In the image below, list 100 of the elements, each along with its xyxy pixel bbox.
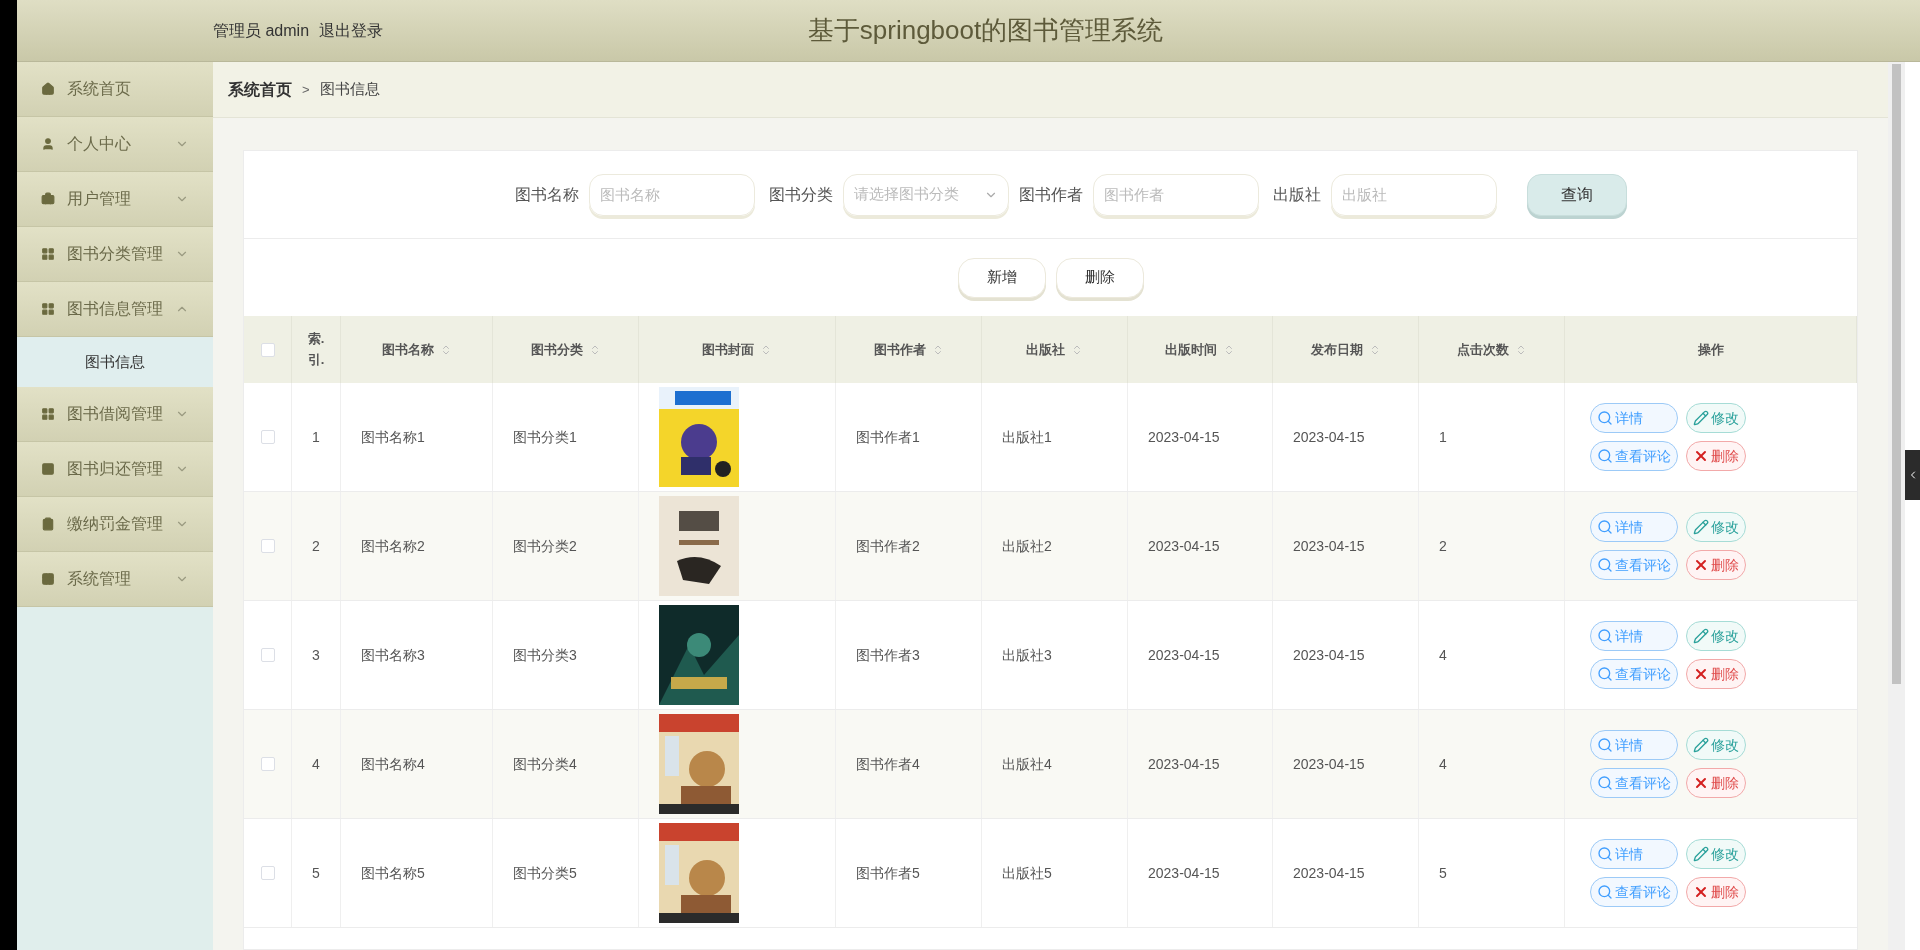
table-cell-text: 2023-04-15 xyxy=(1148,536,1220,556)
table-cell-text: 出版社4 xyxy=(1002,754,1052,774)
close-icon xyxy=(1693,884,1709,900)
table-cell-text: 出版社3 xyxy=(1002,645,1052,665)
table-cell-text: 2023-04-15 xyxy=(1148,645,1220,665)
checkbox[interactable] xyxy=(260,866,275,880)
table-cell-text: 图书作者5 xyxy=(856,863,920,883)
table-cell-text: 图书作者4 xyxy=(856,754,920,774)
checkbox[interactable] xyxy=(260,430,275,444)
field-label: 出版社 xyxy=(1272,184,1321,205)
close-icon xyxy=(1693,557,1709,573)
sidebar-item[interactable]: 图书归还管理 xyxy=(17,442,213,497)
search-icon xyxy=(1597,519,1613,535)
admin-label: 管理员 admin xyxy=(213,20,310,41)
sort-icon xyxy=(1071,343,1083,356)
table-cell-text: 2 xyxy=(312,536,320,556)
search-icon xyxy=(1597,737,1613,753)
table-cell-text: 出版社5 xyxy=(1002,863,1052,883)
user-icon xyxy=(41,137,55,151)
checkbox[interactable] xyxy=(260,342,275,357)
table-cell-text: 2 xyxy=(1439,536,1447,556)
edit-button[interactable]: 修改 xyxy=(1686,403,1746,433)
delete-button[interactable]: 删除 xyxy=(1055,257,1144,298)
delete-button[interactable]: 删除 xyxy=(1686,768,1746,798)
sidebar-item[interactable]: 个人中心 xyxy=(17,117,213,172)
field-label: 图书分类 xyxy=(768,184,833,205)
detail-button[interactable]: 详情 xyxy=(1590,512,1678,542)
edit-button[interactable]: 修改 xyxy=(1686,512,1746,542)
table-cell-text: 图书分类1 xyxy=(513,427,577,447)
search-icon xyxy=(1597,557,1613,573)
checkbox[interactable] xyxy=(260,539,275,553)
pencil-icon xyxy=(1693,519,1709,535)
comments-button[interactable]: 查看评论 xyxy=(1590,877,1678,907)
sidebar-item[interactable]: 系统管理 xyxy=(17,552,213,607)
detail-button[interactable]: 详情 xyxy=(1590,403,1678,433)
sidebar-item[interactable]: 图书分类管理 xyxy=(17,227,213,282)
table-cell-text: 2023-04-15 xyxy=(1148,863,1220,883)
table-cell-text: 1 xyxy=(312,427,320,447)
edit-button[interactable]: 修改 xyxy=(1686,839,1746,869)
table-cell-text: 图书名称5 xyxy=(361,863,425,883)
delete-button[interactable]: 删除 xyxy=(1686,441,1746,471)
table-cell-text: 图书分类5 xyxy=(513,863,577,883)
comments-button[interactable]: 查看评论 xyxy=(1590,768,1678,798)
side-toggle[interactable] xyxy=(1905,450,1920,500)
table-cell-text: 2023-04-15 xyxy=(1293,427,1365,447)
sidebar-item[interactable]: 用户管理 xyxy=(17,172,213,227)
comments-button[interactable]: 查看评论 xyxy=(1590,550,1678,580)
delete-button[interactable]: 删除 xyxy=(1686,877,1746,907)
table-cell-text: 图书作者2 xyxy=(856,536,920,556)
sidebar-item[interactable]: 图书借阅管理 xyxy=(17,387,213,442)
scrollbar[interactable] xyxy=(1888,62,1905,950)
search-icon xyxy=(1597,448,1613,464)
sidebar-item[interactable]: 系统首页 xyxy=(17,62,213,117)
table-cell-text: 2023-04-15 xyxy=(1293,863,1365,883)
search-field[interactable]: 图书作者 xyxy=(1092,173,1259,216)
table-cell-text: 图书名称4 xyxy=(361,754,425,774)
table-cell-text: 4 xyxy=(312,754,320,774)
table-cell-text: 图书分类4 xyxy=(513,754,577,774)
table-cell-text: 5 xyxy=(312,863,320,883)
close-icon xyxy=(1693,448,1709,464)
detail-button[interactable]: 详情 xyxy=(1590,839,1678,869)
edit-button[interactable]: 修改 xyxy=(1686,730,1746,760)
comments-button[interactable]: 查看评论 xyxy=(1590,441,1678,471)
table-cell-text: 4 xyxy=(1439,754,1447,774)
search-icon xyxy=(1597,628,1613,644)
table-cell-text: 图书分类2 xyxy=(513,536,577,556)
checkbox[interactable] xyxy=(260,648,275,662)
logout-link[interactable]: 退出登录 xyxy=(319,18,384,43)
table-cell-text: 图书名称2 xyxy=(361,536,425,556)
breadcrumb-link[interactable]: 系统首页 xyxy=(228,77,292,102)
pencil-icon xyxy=(1693,628,1709,644)
search-icon xyxy=(1597,846,1613,862)
table-cell-text: 图书名称3 xyxy=(361,645,425,665)
table-cell-text: 1 xyxy=(1439,427,1447,447)
add-button[interactable]: 新增 xyxy=(957,257,1046,298)
search-icon xyxy=(1597,410,1613,426)
comments-button[interactable]: 查看评论 xyxy=(1590,659,1678,689)
sidebar-item[interactable]: 图书信息管理 xyxy=(17,282,213,337)
table-cell-text: 图书分类3 xyxy=(513,645,577,665)
table-cell-text: 2023-04-15 xyxy=(1293,536,1365,556)
detail-button[interactable]: 详情 xyxy=(1590,621,1678,651)
search-icon xyxy=(1597,884,1613,900)
breadcrumb-separator: > xyxy=(302,80,310,99)
checkbox[interactable] xyxy=(260,757,275,771)
table-cell-text: 5 xyxy=(1439,863,1447,883)
close-icon xyxy=(1693,666,1709,682)
field-label: 图书名称 xyxy=(514,184,579,205)
query-button[interactable]: 查询 xyxy=(1526,173,1627,216)
delete-button[interactable]: 删除 xyxy=(1686,550,1746,580)
search-icon xyxy=(1597,775,1613,791)
sidebar-item[interactable]: 缴纳罚金管理 xyxy=(17,497,213,552)
edit-button[interactable]: 修改 xyxy=(1686,621,1746,651)
detail-button[interactable]: 详情 xyxy=(1590,730,1678,760)
search-field[interactable]: 图书名称 xyxy=(588,173,755,216)
briefcase-icon xyxy=(41,192,55,206)
search-field[interactable]: 出版社 xyxy=(1330,173,1497,216)
table-cell-text: 图书作者1 xyxy=(856,427,920,447)
breadcrumb-current: 图书信息 xyxy=(319,79,380,100)
delete-button[interactable]: 删除 xyxy=(1686,659,1746,689)
window-title: 基于springboot的图书管理系统 xyxy=(807,14,1164,47)
